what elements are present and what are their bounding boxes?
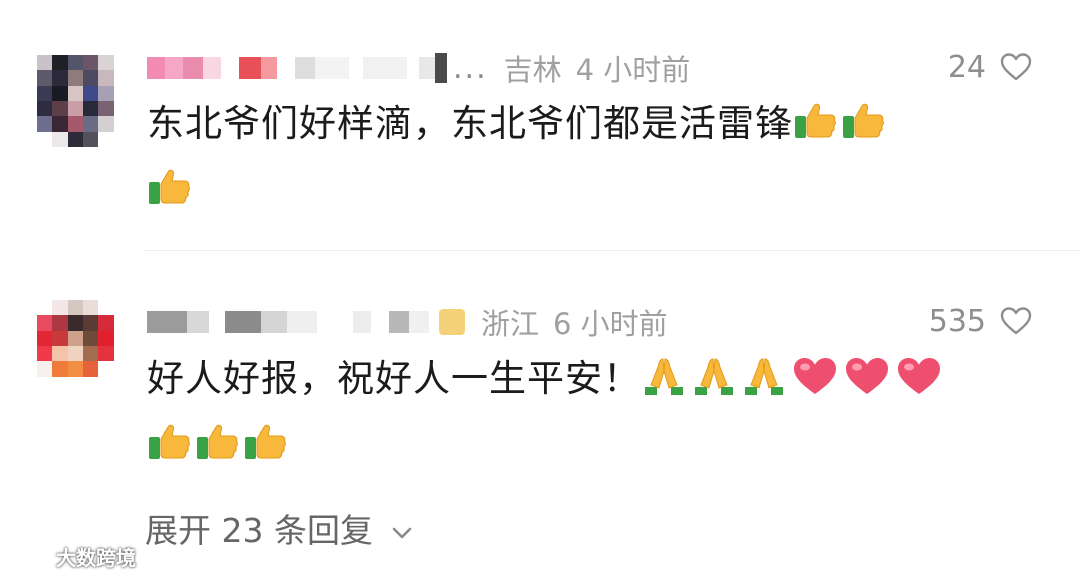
- comment-time: 6 小时前: [553, 307, 668, 341]
- thumbs-up-icon: [793, 100, 837, 160]
- avatar[interactable]: [37, 55, 129, 147]
- expand-replies-button[interactable]: 展开 23 条回复: [145, 504, 413, 552]
- avatar[interactable]: [37, 300, 129, 392]
- like-button[interactable]: 535: [929, 301, 1032, 341]
- folded-hands-icon: [641, 355, 687, 415]
- expand-replies-label: 展开 23 条回复: [145, 511, 373, 550]
- comment-location: 吉林: [503, 53, 562, 87]
- like-count: 535: [928, 303, 986, 339]
- folded-hands-icon: [741, 355, 787, 415]
- thumbs-up-icon: [147, 421, 191, 481]
- watermark-logo-icon: [6, 540, 50, 573]
- like-button[interactable]: 24: [948, 47, 1032, 87]
- username-blurred[interactable]: [147, 309, 465, 335]
- heart-outline-icon: [1000, 306, 1032, 336]
- thumbs-up-icon: [147, 166, 191, 226]
- red-heart-icon: [791, 355, 839, 415]
- heart-outline-icon: [1000, 52, 1032, 82]
- watermark-text: 大数跨境: [56, 546, 136, 570]
- comment-header: ... 吉林 4 小时前: [147, 48, 690, 88]
- comment-header: 浙江 6 小时前: [147, 302, 668, 342]
- folded-hands-icon: [691, 355, 737, 415]
- comment-text: 好人好报，祝好人一生平安！: [147, 349, 1017, 481]
- red-heart-icon: [843, 355, 891, 415]
- comment-location: 浙江: [481, 307, 540, 341]
- comment-text-content: 东北爷们好样滴，东北爷们都是活雷锋: [147, 102, 793, 145]
- divider: [144, 250, 1080, 251]
- chevron-down-icon: [391, 509, 413, 548]
- comment-text-content: 好人好报，祝好人一生平安！: [147, 357, 641, 400]
- comment-list: ... 吉林 4 小时前 24 东北爷们好样滴，东北爷们都是活雷锋 浙江 6 小…: [0, 0, 1080, 581]
- thumbs-up-icon: [841, 100, 885, 160]
- thumbs-up-icon: [243, 421, 287, 481]
- name-ellipsis: ...: [453, 50, 488, 86]
- watermark: 大数跨境: [6, 540, 136, 573]
- thumbs-up-icon: [195, 421, 239, 481]
- username-blurred[interactable]: [147, 53, 447, 83]
- like-count: 24: [947, 49, 986, 85]
- comment-text: 东北爷们好样滴，东北爷们都是活雷锋: [147, 94, 1017, 226]
- comment-time: 4 小时前: [575, 53, 691, 87]
- red-heart-icon: [895, 355, 943, 415]
